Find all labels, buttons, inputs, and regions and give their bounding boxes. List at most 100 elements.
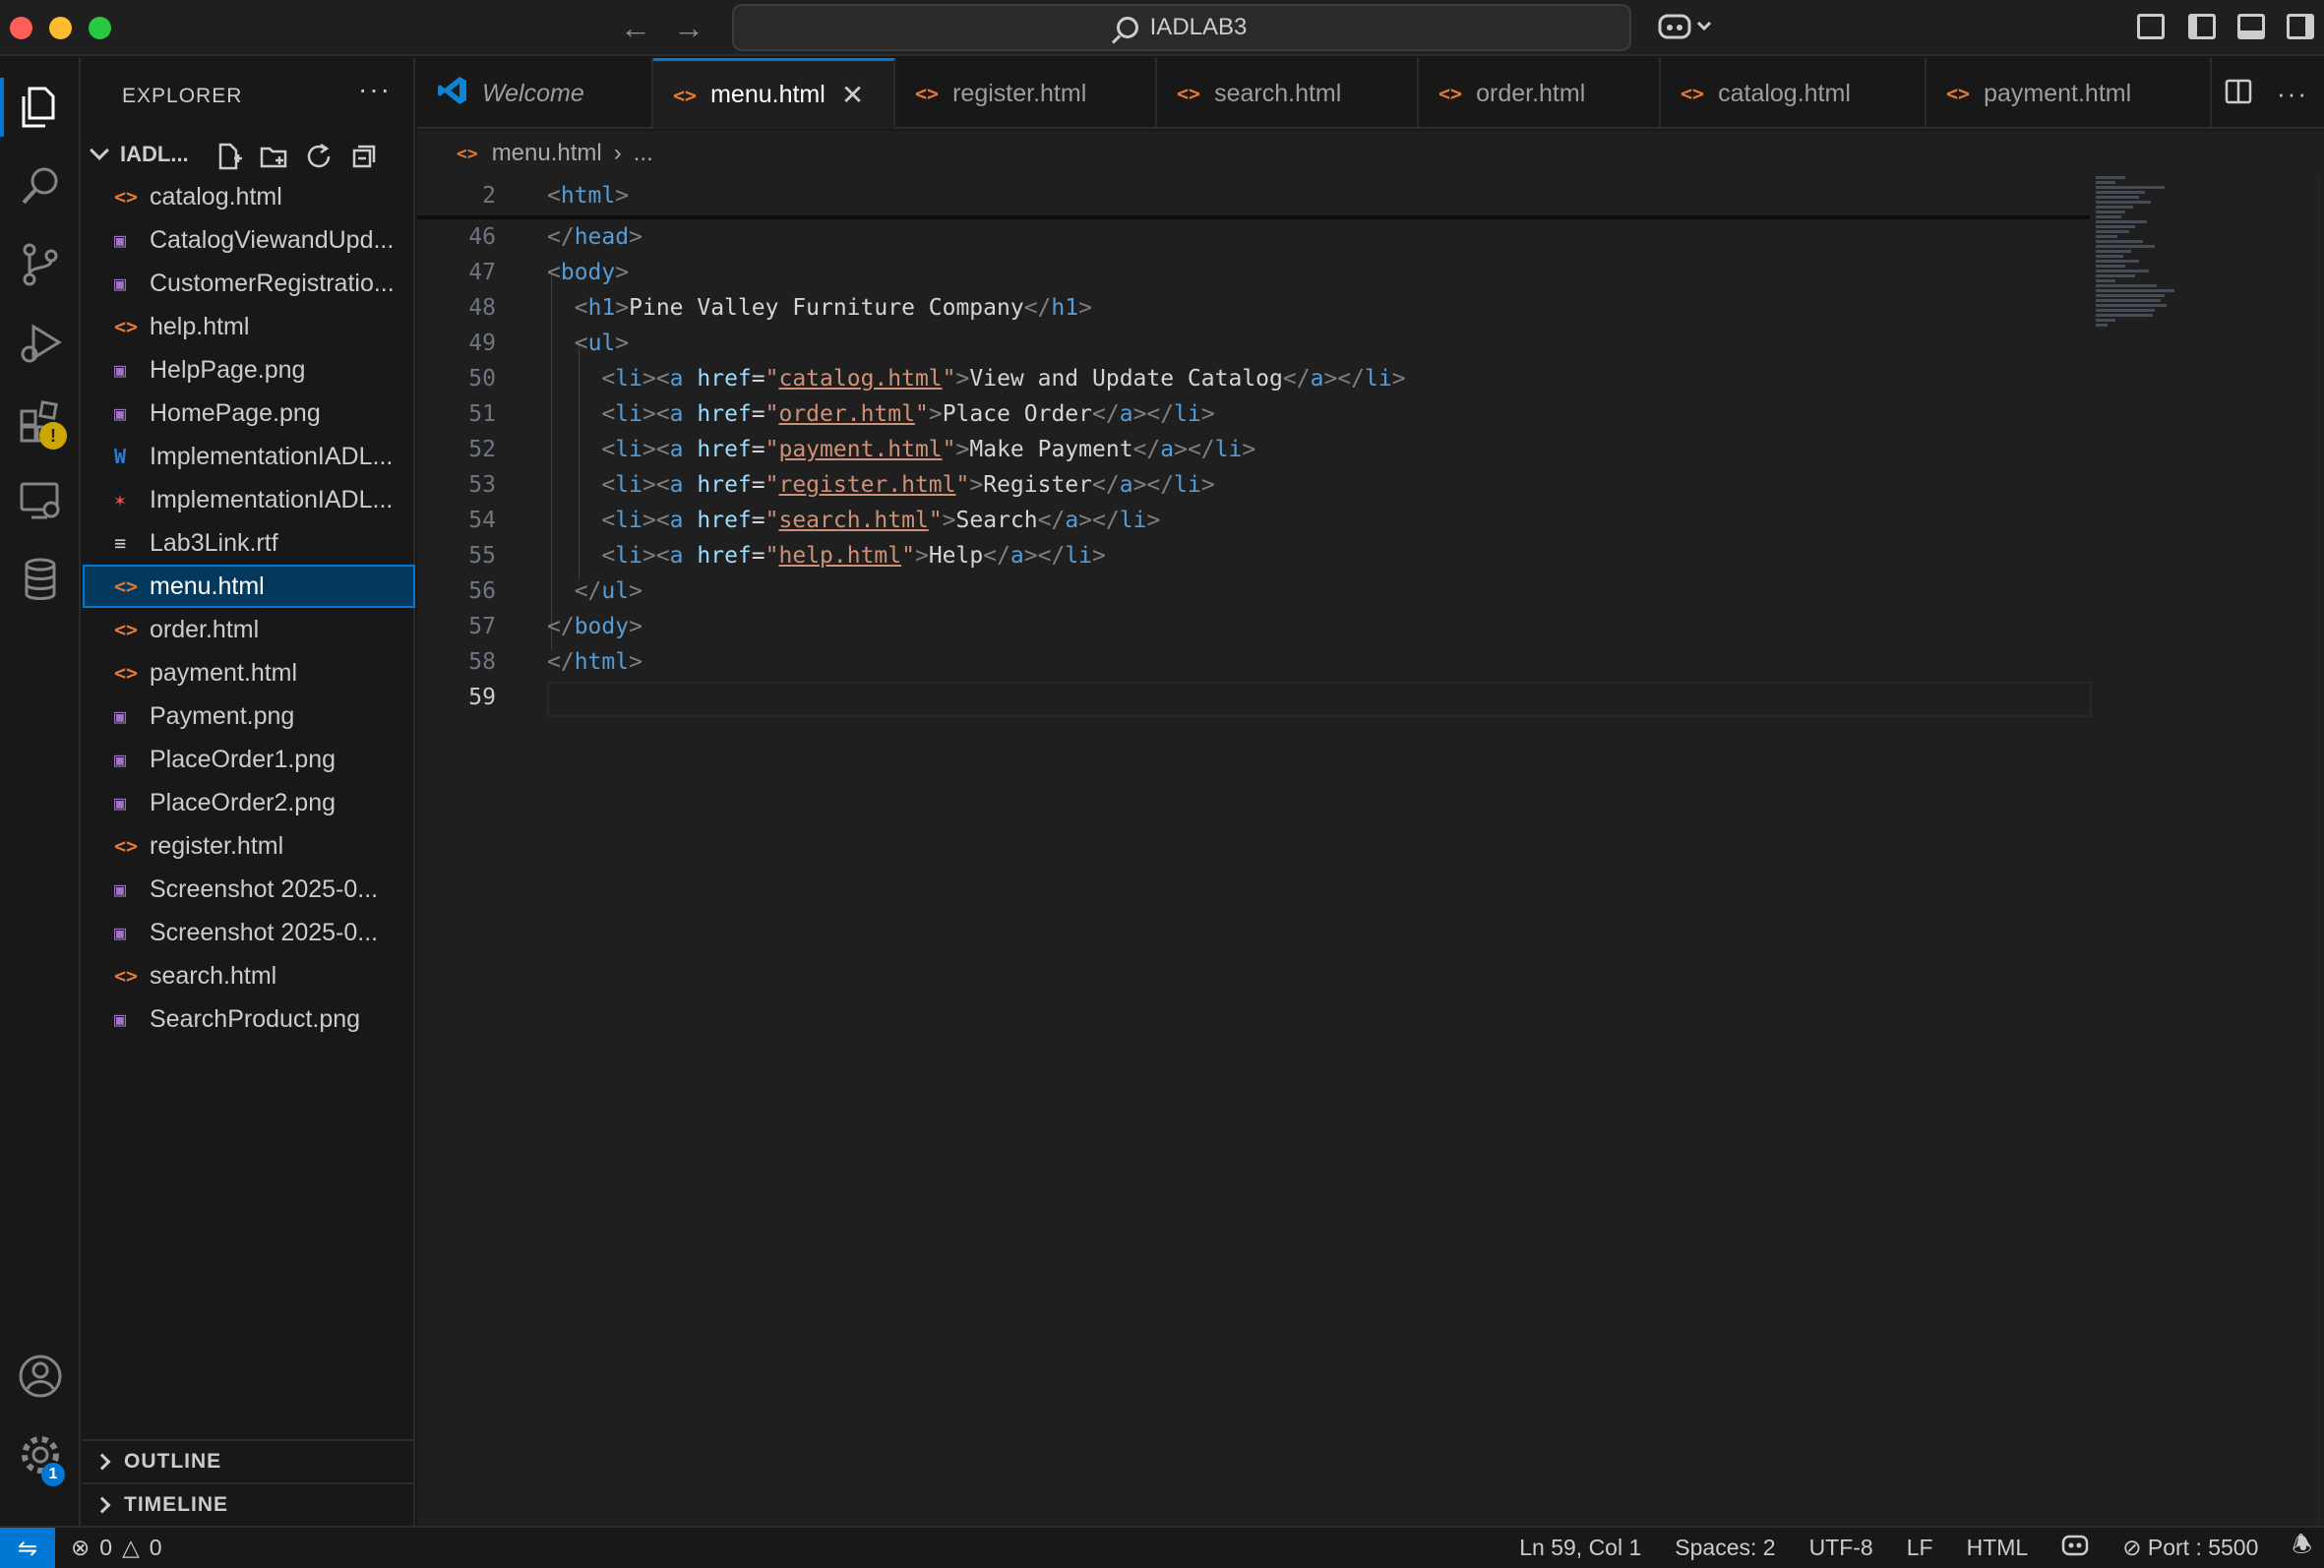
- problems-indicator[interactable]: ⊗ 0 △ 0: [71, 1528, 162, 1568]
- live-server-port[interactable]: ⊘ Port : 5500: [2122, 1535, 2258, 1561]
- file-item[interactable]: ▣ Screenshot 2025-0...: [83, 868, 415, 911]
- search-view-icon[interactable]: [0, 147, 81, 225]
- command-center-search[interactable]: IADLAB3: [732, 4, 1631, 51]
- customize-layout-icon[interactable]: [2137, 14, 2165, 39]
- file-item[interactable]: ▣ PlaceOrder1.png: [83, 738, 415, 781]
- html-file-icon: <>: [673, 83, 698, 107]
- cursor-position[interactable]: Ln 59, Col 1: [1519, 1535, 1641, 1561]
- forward-arrow-icon[interactable]: →: [673, 10, 704, 46]
- file-item[interactable]: ✶ ImplementationIADL...: [83, 478, 415, 521]
- copilot-status-icon[interactable]: [2061, 1534, 2089, 1563]
- code-line: 54 <li><a href="search.html">Search</a><…: [468, 508, 1161, 533]
- breadcrumb-file[interactable]: menu.html: [492, 140, 602, 167]
- status-bar: ⇋ ⊗ 0 △ 0 Ln 59, Col 1 Spaces: 2 UTF-8 L…: [0, 1526, 2324, 1568]
- file-item[interactable]: <> catalog.html: [83, 175, 415, 218]
- remote-explorer-icon[interactable]: [0, 461, 81, 540]
- file-item[interactable]: ▣ SearchProduct.png: [83, 997, 415, 1041]
- timeline-section[interactable]: TIMELINE: [83, 1482, 415, 1526]
- end-of-line[interactable]: LF: [1907, 1535, 1933, 1561]
- outline-section[interactable]: OUTLINE: [83, 1439, 415, 1482]
- new-folder-icon[interactable]: [260, 143, 289, 170]
- html-file-icon: <>: [114, 661, 139, 685]
- toggle-primary-sidebar-icon[interactable]: [2188, 14, 2216, 39]
- file-item[interactable]: ▣ HomePage.png: [83, 392, 415, 435]
- file-item[interactable]: ▣ Payment.png: [83, 694, 415, 738]
- file-item[interactable]: <> help.html: [83, 305, 415, 348]
- tab-search-html[interactable]: <> search.html: [1157, 58, 1419, 129]
- search-icon: [1116, 17, 1138, 38]
- minimap[interactable]: [2096, 176, 2224, 432]
- explorer-title: EXPLORER: [122, 85, 243, 107]
- encoding[interactable]: UTF-8: [1809, 1535, 1873, 1561]
- html-file-icon: <>: [915, 82, 940, 105]
- maximize-window-button[interactable]: [89, 17, 111, 39]
- code-editor[interactable]: 2 <html> 46 </head> 47 <body> 48 <h1>Pin…: [417, 176, 2324, 1526]
- extensions-warning-badge: !: [39, 422, 67, 450]
- html-file-icon: <>: [1946, 82, 1971, 105]
- file-item[interactable]: ▣ Screenshot 2025-0...: [83, 911, 415, 954]
- copilot-icon[interactable]: [1657, 10, 1714, 51]
- source-control-icon[interactable]: [0, 225, 81, 304]
- workspace-folder-row[interactable]: IADL...: [83, 135, 415, 174]
- editor-scrollbar[interactable]: [2318, 176, 2324, 1526]
- collapse-all-icon[interactable]: [350, 143, 380, 170]
- file-item[interactable]: W ImplementationIADL...: [83, 435, 415, 478]
- code-line: 55 <li><a href="help.html">Help</a></li>: [468, 543, 1106, 569]
- warning-count: 0: [149, 1535, 162, 1560]
- code-line: 56 </ul>: [468, 578, 642, 604]
- file-item[interactable]: <> register.html: [83, 824, 415, 868]
- file-item[interactable]: <> search.html: [83, 954, 415, 997]
- breadcrumb-symbol[interactable]: ...: [634, 140, 653, 167]
- code-line: 48 <h1>Pine Valley Furniture Company</h1…: [468, 295, 1092, 321]
- image-file-icon: ▣: [114, 228, 127, 252]
- explorer-more-icon[interactable]: ···: [358, 74, 392, 105]
- file-item[interactable]: ▣ CatalogViewandUpd...: [83, 218, 415, 262]
- file-item[interactable]: ≡ Lab3Link.rtf: [83, 521, 415, 565]
- vscode-logo-icon: [437, 75, 468, 113]
- code-line: 2 <html>: [482, 183, 630, 209]
- tab-catalog-html[interactable]: <> catalog.html: [1661, 58, 1926, 129]
- code-line: 47 <body>: [468, 260, 630, 285]
- toggle-secondary-sidebar-icon[interactable]: [2287, 14, 2314, 39]
- minimize-window-button[interactable]: [49, 17, 72, 39]
- more-actions-icon[interactable]: ···: [2277, 79, 2308, 109]
- workspace-folder-name: IADL...: [120, 142, 189, 166]
- file-item[interactable]: ▣ PlaceOrder2.png: [83, 781, 415, 824]
- file-item[interactable]: <> order.html: [83, 608, 415, 651]
- error-count: 0: [99, 1535, 113, 1560]
- manage-gear-icon[interactable]: 1: [0, 1416, 81, 1494]
- tab-payment-html[interactable]: <> payment.html: [1926, 58, 2212, 129]
- notifications-bell-icon[interactable]: 🕭: [2292, 1529, 2312, 1567]
- database-icon[interactable]: [0, 540, 81, 619]
- file-item[interactable]: ▣ HelpPage.png: [83, 348, 415, 392]
- tab-register-html[interactable]: <> register.html: [895, 58, 1157, 129]
- pdf-file-icon: ✶: [114, 488, 127, 512]
- error-icon: ⊗: [71, 1535, 91, 1560]
- remote-indicator-icon[interactable]: ⇋: [0, 1528, 55, 1568]
- tab-order-html[interactable]: <> order.html: [1419, 58, 1661, 129]
- code-line: 49 <ul>: [468, 331, 630, 356]
- tab-welcome[interactable]: Welcome: [417, 58, 653, 129]
- language-mode[interactable]: HTML: [1967, 1535, 2029, 1561]
- image-file-icon: ▣: [114, 921, 127, 944]
- file-item[interactable]: <> payment.html: [83, 651, 415, 694]
- accounts-icon[interactable]: [0, 1337, 81, 1416]
- file-item[interactable]: ▣ CustomerRegistratio...: [83, 262, 415, 305]
- image-file-icon: ▣: [114, 271, 127, 295]
- file-item-selected[interactable]: <> menu.html: [83, 565, 415, 608]
- explorer-icon[interactable]: [0, 68, 81, 147]
- toggle-panel-icon[interactable]: [2237, 14, 2265, 39]
- run-debug-icon[interactable]: [0, 304, 81, 383]
- tab-menu-html[interactable]: <> menu.html ✕: [653, 58, 895, 129]
- refresh-icon[interactable]: [305, 143, 335, 170]
- new-file-icon[interactable]: [214, 143, 244, 170]
- code-line: 53 <li><a href="register.html">Register<…: [468, 472, 1215, 498]
- manage-badge: 1: [41, 1463, 65, 1486]
- indentation[interactable]: Spaces: 2: [1675, 1535, 1775, 1561]
- split-editor-icon[interactable]: [2224, 78, 2253, 110]
- close-window-button[interactable]: [10, 17, 32, 39]
- code-line: 51 <li><a href="order.html">Place Order<…: [468, 401, 1215, 427]
- extensions-icon[interactable]: !: [0, 383, 81, 461]
- close-icon[interactable]: ✕: [841, 79, 864, 111]
- back-arrow-icon[interactable]: ←: [620, 10, 651, 46]
